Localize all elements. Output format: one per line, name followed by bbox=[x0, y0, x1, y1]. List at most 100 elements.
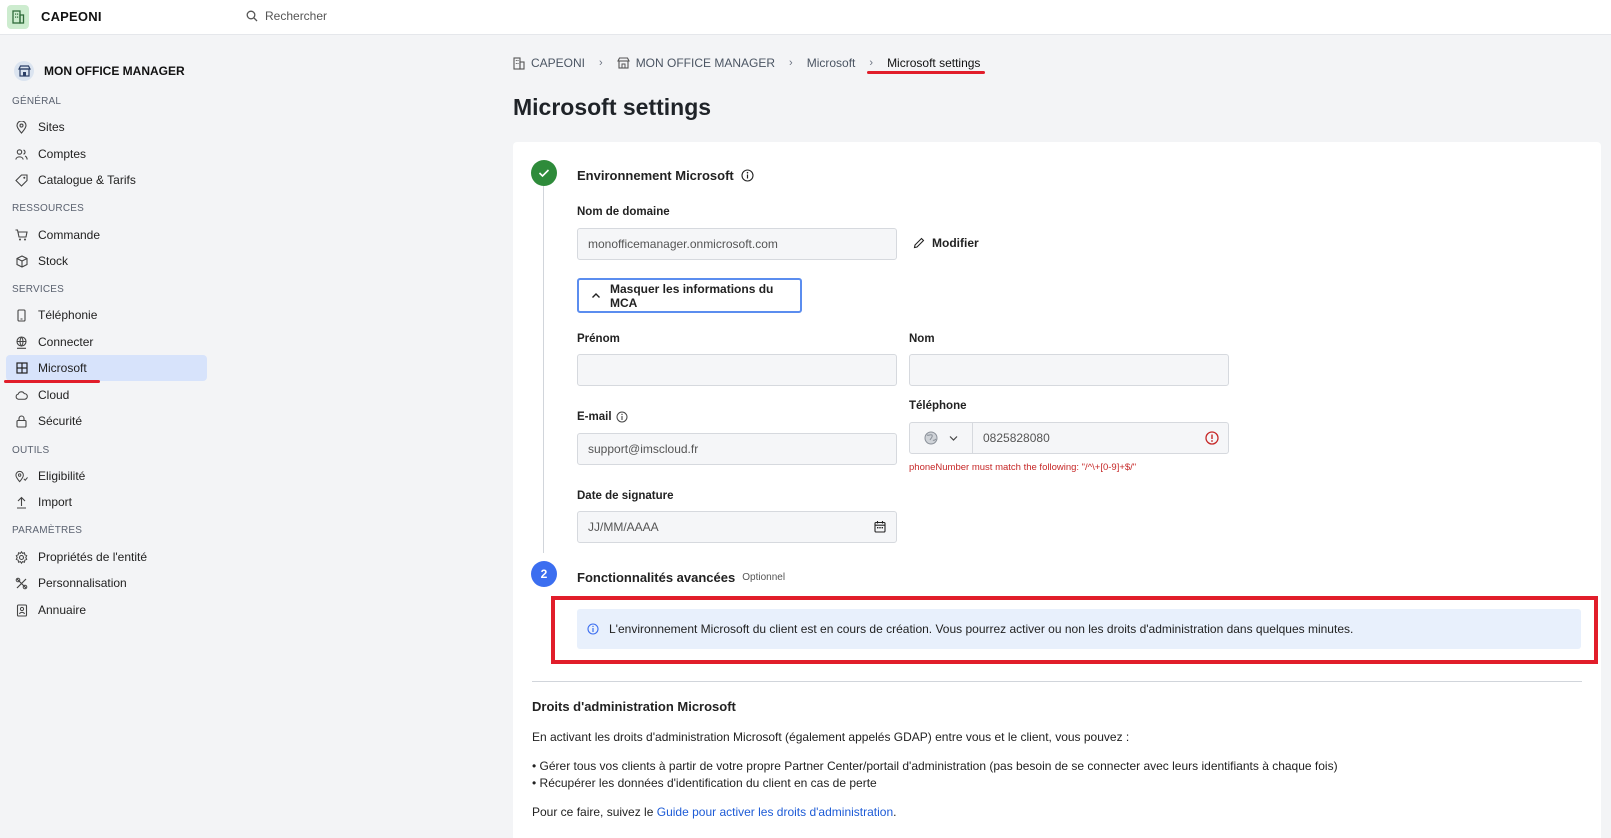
firstname-field[interactable] bbox=[577, 354, 897, 386]
step2-number: 2 bbox=[531, 561, 557, 587]
sidebar-item-label: Catalogue & Tarifs bbox=[38, 173, 136, 187]
email-value: support@imscloud.fr bbox=[588, 442, 699, 456]
sidebar-item-eligibilite[interactable]: Eligibilité bbox=[6, 463, 207, 489]
location-check-icon bbox=[15, 470, 28, 483]
modify-button[interactable]: Modifier bbox=[913, 236, 979, 250]
country-code-select[interactable] bbox=[910, 423, 973, 453]
info-icon[interactable] bbox=[616, 411, 628, 423]
location-pin-icon bbox=[15, 120, 28, 134]
step2-title-text: Fonctionnalités avancées bbox=[577, 570, 736, 585]
breadcrumb: CAPEONI › MON OFFICE MANAGER › Microsoft… bbox=[513, 56, 980, 70]
breadcrumb-label: MON OFFICE MANAGER bbox=[635, 56, 776, 70]
toggle-mca-button[interactable]: Masquer les informations du MCA bbox=[577, 278, 802, 313]
org-header[interactable]: MON OFFICE MANAGER bbox=[14, 61, 185, 81]
sidebar-item-comptes[interactable]: Comptes bbox=[6, 141, 207, 167]
phone-value: 0825828080 bbox=[983, 431, 1050, 445]
chevron-down-icon bbox=[949, 435, 958, 441]
upload-icon bbox=[15, 496, 28, 509]
sidebar-item-label: Stock bbox=[38, 254, 69, 268]
divider bbox=[532, 681, 1582, 682]
info-icon[interactable] bbox=[741, 169, 754, 182]
phone-label: Téléphone bbox=[909, 400, 967, 412]
lastname-field[interactable] bbox=[909, 354, 1229, 386]
store-icon bbox=[616, 57, 630, 69]
admin-outro: Pour ce faire, suivez le Guide pour acti… bbox=[532, 805, 896, 819]
step1-title: Environnement Microsoft bbox=[577, 168, 754, 183]
breadcrumb-item-root[interactable]: CAPEONI bbox=[513, 56, 585, 70]
sidebar-item-label: Téléphonie bbox=[38, 308, 98, 322]
admin-intro: En activant les droits d'administration … bbox=[532, 730, 1130, 744]
gear-icon bbox=[15, 550, 28, 564]
globe-network-icon bbox=[15, 335, 28, 349]
sidebar-item-label: Commande bbox=[38, 228, 101, 242]
sidebar-item-label: Propriétés de l'entité bbox=[38, 550, 148, 564]
search-icon bbox=[246, 10, 258, 22]
sidebar-item-microsoft[interactable]: Microsoft bbox=[6, 355, 207, 381]
building-icon bbox=[513, 56, 525, 70]
section-parametres: PARAMÈTRES bbox=[12, 525, 83, 536]
domain-field[interactable]: monofficemanager.onmicrosoft.com bbox=[577, 228, 897, 260]
address-book-icon bbox=[15, 603, 28, 617]
sidebar-item-label: Import bbox=[38, 495, 73, 509]
cart-icon bbox=[15, 229, 28, 242]
sidebar-item-proprietes[interactable]: Propriétés de l'entité bbox=[6, 544, 207, 570]
error-icon bbox=[1196, 423, 1228, 453]
store-icon bbox=[14, 61, 34, 81]
admin-bullet: • Gérer tous vos clients à partir de vot… bbox=[532, 759, 1338, 773]
chevron-right-icon: › bbox=[789, 57, 793, 69]
optional-badge: Optionnel bbox=[742, 572, 786, 583]
firstname-label: Prénom bbox=[577, 333, 620, 345]
section-outils: OUTILS bbox=[12, 445, 50, 456]
phone-device-icon bbox=[15, 308, 28, 322]
breadcrumb-label: Microsoft bbox=[806, 56, 856, 70]
date-field[interactable]: JJ/MM/AAAA bbox=[577, 511, 897, 543]
breadcrumb-item-microsoft[interactable]: Microsoft bbox=[807, 56, 856, 70]
sidebar-item-catalogue[interactable]: Catalogue & Tarifs bbox=[6, 167, 207, 193]
tag-icon bbox=[15, 173, 28, 187]
globe-icon bbox=[924, 431, 938, 445]
sidebar-item-connecter[interactable]: Connecter bbox=[6, 329, 207, 355]
sidebar-item-personnalisation[interactable]: Personnalisation bbox=[6, 570, 207, 596]
users-icon bbox=[15, 148, 28, 161]
phone-number-input[interactable]: 0825828080 bbox=[973, 423, 1196, 453]
windows-grid-icon bbox=[15, 362, 28, 375]
search-placeholder[interactable]: Rechercher bbox=[265, 9, 327, 23]
page-title: Microsoft settings bbox=[513, 94, 712, 120]
phone-field: 0825828080 bbox=[909, 422, 1229, 454]
sidebar-item-sites[interactable]: Sites bbox=[6, 114, 207, 140]
sidebar-item-label: Sites bbox=[38, 120, 65, 134]
calendar-icon[interactable] bbox=[874, 520, 886, 533]
sidebar-item-commande[interactable]: Commande bbox=[6, 222, 207, 248]
sidebar-item-cloud[interactable]: Cloud bbox=[6, 382, 207, 408]
sidebar-item-label: Personnalisation bbox=[38, 576, 127, 590]
admin-guide-link[interactable]: Guide pour activer les droits d'administ… bbox=[657, 805, 893, 819]
sidebar-item-stock[interactable]: Stock bbox=[6, 248, 207, 274]
sidebar: MON OFFICE MANAGER GÉNÉRAL Sites Comptes… bbox=[0, 35, 212, 838]
email-field[interactable]: support@imscloud.fr bbox=[577, 433, 897, 465]
app-logo-icon[interactable] bbox=[7, 5, 29, 29]
admin-outro-prefix: Pour ce faire, suivez le bbox=[532, 805, 657, 819]
domain-value: monofficemanager.onmicrosoft.com bbox=[588, 237, 778, 251]
stepper-line bbox=[543, 186, 544, 553]
sidebar-item-label: Annuaire bbox=[38, 603, 87, 617]
chevron-up-icon bbox=[591, 292, 601, 299]
admin-section-title: Droits d'administration Microsoft bbox=[532, 699, 736, 714]
tools-icon bbox=[15, 577, 28, 590]
search-bar[interactable]: Rechercher bbox=[246, 9, 327, 23]
section-ressources: RESSOURCES bbox=[12, 203, 85, 214]
sidebar-item-label: Sécurité bbox=[38, 414, 83, 428]
admin-bullet: • Récupérer les données d'identification… bbox=[532, 776, 877, 790]
chevron-right-icon: › bbox=[869, 57, 874, 69]
phone-error-message: phoneNumber must match the following: "/… bbox=[909, 462, 1137, 473]
sidebar-item-telephonie[interactable]: Téléphonie bbox=[6, 302, 207, 328]
sidebar-item-annuaire[interactable]: Annuaire bbox=[6, 597, 207, 623]
chevron-right-icon: › bbox=[599, 57, 603, 69]
date-placeholder: JJ/MM/AAAA bbox=[588, 520, 659, 534]
step-complete-check-icon bbox=[531, 160, 557, 186]
sidebar-item-import[interactable]: Import bbox=[6, 489, 207, 515]
breadcrumb-label: Microsoft settings bbox=[887, 56, 981, 70]
top-bar: CAPEONI Rechercher bbox=[0, 0, 1611, 35]
breadcrumb-item-org[interactable]: MON OFFICE MANAGER bbox=[616, 56, 776, 70]
sidebar-item-securite[interactable]: Sécurité bbox=[6, 408, 207, 434]
section-services: SERVICES bbox=[12, 284, 64, 295]
